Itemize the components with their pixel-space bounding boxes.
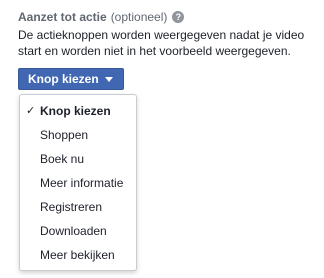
menu-item-label: Downloaden [40, 224, 107, 238]
menu-item-boek-nu[interactable]: Boek nu [20, 147, 136, 171]
menu-item-label: Boek nu [40, 152, 85, 166]
menu-item-label: Knop kiezen [40, 104, 111, 118]
optional-label: (optioneel) [110, 10, 168, 24]
menu-item-registreren[interactable]: Registreren [20, 195, 136, 219]
caret-down-icon [104, 76, 113, 82]
menu-item-label: Meer bekijken [40, 248, 115, 262]
choose-button-label: Knop kiezen [28, 72, 99, 86]
info-icon[interactable]: ? [172, 11, 185, 23]
menu-item-label: Registreren [40, 200, 103, 214]
choose-button-dropdown[interactable]: Knop kiezen [18, 68, 124, 90]
section-title: Aanzet tot actie [18, 10, 107, 24]
section-heading: Aanzet tot actie (optioneel) ? [18, 9, 185, 25]
menu-item-downloaden[interactable]: Downloaden [20, 219, 136, 243]
menu-item-knop-kiezen[interactable]: ✓ Knop kiezen [20, 99, 136, 123]
menu-item-shoppen[interactable]: Shoppen [20, 123, 136, 147]
check-icon: ✓ [26, 105, 36, 117]
menu-item-meer-informatie[interactable]: Meer informatie [20, 171, 136, 195]
button-options-menu: ✓ Knop kiezen Shoppen Boek nu Meer infor… [19, 94, 137, 271]
menu-item-label: Shoppen [40, 128, 89, 142]
section-description: De actieknoppen worden weergegeven nadat… [18, 28, 305, 58]
menu-item-label: Meer informatie [40, 176, 124, 190]
menu-item-meer-bekijken[interactable]: Meer bekijken [20, 243, 136, 267]
